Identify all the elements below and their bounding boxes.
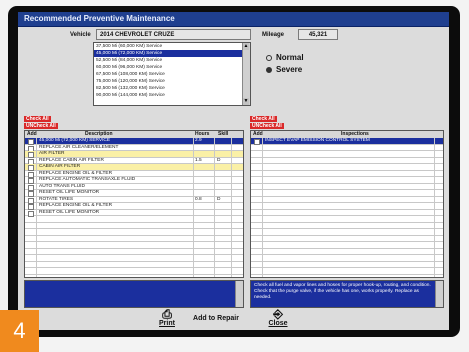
cell-inspection: INSPECT EVAP EMISSION CONTROL SYSTEM [265, 138, 370, 143]
cell-description: ROTATE TIRES [39, 196, 74, 202]
cell-description: REPLACE CABIN AIR FILTER [39, 157, 104, 163]
mileage-field: 45,321 [298, 29, 338, 40]
service-interval-list[interactable]: 37,500 Mi (60,000 KM) Service 45,000 Mi (… [93, 42, 251, 106]
inspections-check-all-button[interactable]: Check All [250, 116, 277, 122]
print-icon: ⎙ [162, 307, 172, 321]
grid-divider [193, 138, 194, 277]
add-to-repair-button[interactable]: Add to Repair [186, 315, 246, 322]
services-check-all-button[interactable]: Check All [24, 116, 51, 122]
window-titlebar: Recommended Preventive Maintenance [18, 12, 449, 27]
table-row[interactable] [25, 275, 243, 278]
grid-divider [434, 138, 435, 277]
service-notes-scrollbar[interactable] [235, 281, 243, 307]
radio-severe-label: Severe [276, 65, 303, 74]
inspection-notes-text: Check all fuel and vapor lines and hoses… [254, 283, 431, 300]
service-list-scrollbar[interactable]: ▲ ▼ [242, 43, 250, 105]
print-label: Print [159, 320, 175, 327]
vehicle-field: 2014 CHEVROLET CRUZE [96, 29, 251, 40]
header-skill: Skill [218, 131, 229, 137]
cell-description: REPLACE AIR CLEANER/ELEMENT [39, 144, 119, 150]
service-interval-item[interactable]: 75,000 Mi (120,000 KM) Service [94, 78, 250, 85]
service-interval-item[interactable]: 45,000 Mi (72,000 KM) Service [94, 50, 250, 57]
services-grid: Add Description Hours Skill 45,000 Mi (7… [24, 130, 244, 278]
header-add: Add [253, 131, 263, 137]
window-title: Recommended Preventive Maintenance [24, 14, 175, 23]
print-button[interactable]: ⎙ Print [156, 308, 178, 327]
header-add: Add [27, 131, 37, 137]
grid-divider [36, 138, 37, 277]
radio-severe[interactable]: Severe [266, 65, 302, 74]
maintenance-window: Recommended Preventive Maintenance Vehic… [18, 12, 449, 330]
mileage-label: Mileage [262, 32, 285, 38]
service-notes-panel [24, 280, 244, 308]
grid-divider [231, 138, 232, 277]
scroll-down-icon[interactable]: ▼ [243, 98, 249, 105]
cell-description: REPLACE ENGINE OIL & FILTER [39, 170, 113, 176]
cell-description: 45,000 Mi (72,000 KM) SERVICE [39, 138, 111, 143]
vehicle-label: Vehicle [70, 32, 91, 38]
inspections-grid: Add Inspections INSPECT EVAP EMISSION CO… [250, 130, 444, 278]
service-interval-item[interactable]: 60,000 Mi (96,000 KM) Service [94, 64, 250, 71]
cell-hours: 1.5 [195, 157, 202, 163]
cell-description: RESET OIL LIFE MONITOR [39, 190, 100, 195]
scroll-up-icon[interactable]: ▲ [243, 43, 249, 50]
cell-description: REPLACE AUTOMATIC TRANSAXLE FLUID [39, 177, 136, 182]
step-badge: 4 [0, 310, 39, 352]
cell-hours: 0.8 [195, 196, 202, 202]
radio-normal-label: Normal [276, 53, 304, 62]
inspection-notes-scrollbar[interactable] [435, 281, 443, 307]
inspection-notes-panel: Check all fuel and vapor lines and hoses… [250, 280, 444, 308]
header-hours: Hours [195, 131, 210, 137]
close-label: Close [268, 320, 288, 327]
cell-description: REPLACE ENGINE OIL & FILTER [39, 203, 113, 208]
cell-description: AIR FILTER [39, 151, 65, 156]
radio-severe-dot [266, 66, 272, 73]
cell-description: CABIN AIR FILTER [39, 164, 81, 169]
table-row[interactable] [251, 275, 443, 278]
cell-hours: 2.9 [195, 138, 202, 143]
header-description: Description [85, 131, 113, 137]
cell-description: AUTO TRANS FLUID [39, 183, 85, 189]
service-interval-item[interactable]: 82,500 Mi (132,000 KM) Service [94, 85, 250, 92]
cell-skill: D [217, 157, 221, 163]
service-interval-item[interactable]: 37,500 Mi (60,000 KM) Service [94, 43, 250, 50]
inspections-uncheck-all-button[interactable]: UNCheck All [250, 123, 284, 129]
radio-normal[interactable]: Normal [266, 53, 304, 62]
grid-divider [214, 138, 215, 277]
service-interval-item[interactable]: 67,500 Mi (108,000 KM) Service [94, 71, 250, 78]
service-interval-item[interactable]: 90,000 Mi (144,000 KM) Service [94, 92, 250, 99]
close-icon: ⎆ [273, 307, 283, 321]
service-interval-item[interactable]: 52,500 Mi (84,000 KM) Service [94, 57, 250, 64]
close-button[interactable]: ⎆ Close [266, 308, 290, 327]
cell-description: RESET OIL LIFE MONITOR [39, 209, 100, 215]
services-uncheck-all-button[interactable]: UNCheck All [24, 123, 58, 129]
radio-normal-dot [266, 54, 272, 61]
grid-divider [262, 138, 263, 277]
service-interval-items: 37,500 Mi (60,000 KM) Service 45,000 Mi (… [94, 43, 250, 99]
cell-skill: D [217, 196, 221, 202]
header-inspections: Inspections [341, 131, 369, 137]
